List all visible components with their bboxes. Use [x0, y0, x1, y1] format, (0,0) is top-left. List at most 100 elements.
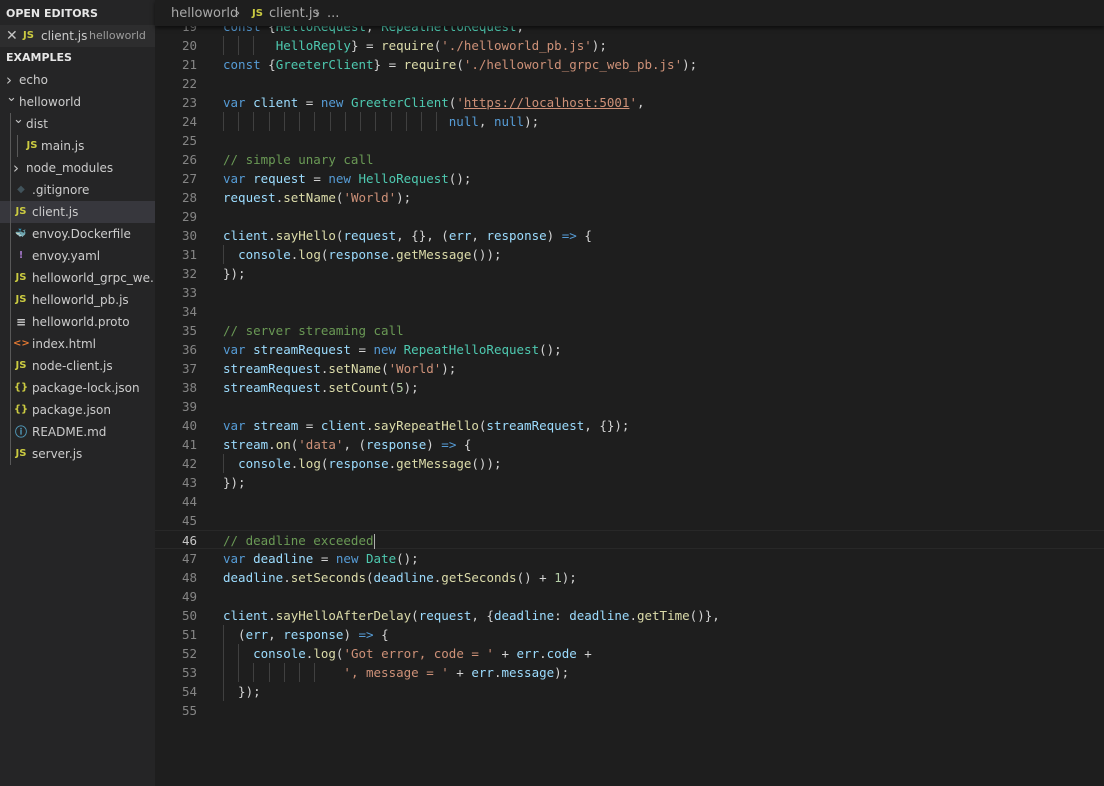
code-line-39[interactable]: 39 — [155, 397, 1104, 416]
text-cursor — [373, 534, 375, 549]
code-line-22[interactable]: 22 — [155, 74, 1104, 93]
code-line-45[interactable]: 45 — [155, 511, 1104, 530]
tree-file-helloworld-proto[interactable]: ≡ helloworld.proto — [0, 311, 155, 333]
tree-file-index-html[interactable]: <> index.html — [0, 333, 155, 355]
code-token: Date — [366, 551, 397, 566]
code-line-31[interactable]: 31 console.log(response.getMessage()); — [155, 245, 1104, 264]
code-line-35[interactable]: 35 // server streaming call — [155, 321, 1104, 340]
code-line-46[interactable]: 46 // deadline exceeded — [155, 530, 1104, 549]
code-editor[interactable]: 19 const {HelloRequest, RepeatHelloReques… — [155, 0, 1104, 786]
code-line-52[interactable]: 52 console.log('Got error, code = ' + er… — [155, 644, 1104, 663]
breadcrumb-folder[interactable]: helloworld — [171, 0, 238, 28]
tree-file-package-lock-json[interactable]: {} package-lock.json — [0, 377, 155, 399]
tree-folder-dist[interactable]: ⌄ dist — [0, 113, 155, 135]
code-token: { — [373, 627, 389, 642]
tree-folder-helloworld[interactable]: ⌄ helloworld — [0, 91, 155, 113]
line-number: 48 — [181, 570, 197, 585]
code-token: ); — [561, 570, 577, 585]
code-token: + — [576, 646, 592, 661]
code-line-51[interactable]: 51 (err, response) => { — [155, 625, 1104, 644]
open-editors-header[interactable]: OPEN EDITORS — [0, 3, 98, 25]
code-area[interactable]: 19 const {HelloRequest, RepeatHelloReques… — [155, 0, 1104, 786]
tree-file--gitignore[interactable]: ◆ .gitignore — [0, 179, 155, 201]
code-text: (err, response) => { — [223, 625, 389, 644]
line-number: 21 — [181, 57, 197, 72]
code-line-28[interactable]: 28 request.setName('World'); — [155, 188, 1104, 207]
tree-folder-echo[interactable]: › echo — [0, 69, 155, 91]
code-line-53[interactable]: 53 ', message = ' + err.message); — [155, 663, 1104, 682]
code-line-37[interactable]: 37 streamRequest.setName('World'); — [155, 359, 1104, 378]
code-token: setSeconds — [290, 570, 367, 585]
code-line-43[interactable]: 43}); — [155, 473, 1104, 492]
code-text: ', message = ' + err.message); — [223, 663, 569, 682]
breadcrumb-file[interactable]: client.js — [269, 0, 319, 28]
code-token: , {}); — [584, 418, 630, 433]
code-token: deadline — [253, 551, 314, 566]
code-line-20[interactable]: 20 HelloReply} = require('./helloworld_p… — [155, 36, 1104, 55]
tree-file-main-js[interactable]: JS main.js — [0, 135, 155, 157]
tree-file-node-client-js[interactable]: JS node-client.js — [0, 355, 155, 377]
code-line-41[interactable]: 41 stream.on('data', (response) => { — [155, 435, 1104, 454]
open-editor-item-client-js[interactable]: ✕ JS client.js helloworld — [0, 25, 155, 47]
line-number: 53 — [181, 665, 197, 680]
tree-file-envoy-yaml[interactable]: ! envoy.yaml — [0, 245, 155, 267]
code-line-32[interactable]: 32}); — [155, 264, 1104, 283]
code-line-29[interactable]: 29 — [155, 207, 1104, 226]
code-token: client — [253, 95, 299, 110]
code-line-27[interactable]: 27 var request = new HelloRequest(); — [155, 169, 1104, 188]
code-line-42[interactable]: 42 console.log(response.getMessage()); — [155, 454, 1104, 473]
tree-item-label: helloworld — [19, 95, 82, 109]
line-number: 25 — [181, 133, 197, 148]
workspace-header[interactable]: EXAMPLES — [0, 47, 72, 69]
tree-file-package-json[interactable]: {} package.json — [0, 399, 155, 421]
code-token: streamRequest — [486, 418, 585, 433]
tree-file-client-js[interactable]: JS client.js — [0, 201, 155, 223]
tree-item-label: envoy.Dockerfile — [32, 227, 131, 241]
code-token: getMessage — [396, 247, 472, 262]
code-token: , — [268, 627, 284, 642]
code-line-36[interactable]: 36 var streamRequest = new RepeatHelloReq… — [155, 340, 1104, 359]
code-line-49[interactable]: 49 — [155, 587, 1104, 606]
code-line-40[interactable]: 40 var stream = client.sayRepeatHello(str… — [155, 416, 1104, 435]
close-icon[interactable]: ✕ — [6, 25, 18, 47]
code-token: , ( — [343, 437, 367, 452]
tree-file-server-js[interactable]: JS server.js — [0, 443, 155, 465]
tree-folder-node-modules[interactable]: › node_modules — [0, 157, 155, 179]
code-line-54[interactable]: 54 }); — [155, 682, 1104, 701]
code-token: ()); — [471, 247, 502, 262]
line-number: 32 — [181, 266, 197, 281]
code-line-25[interactable]: 25 — [155, 131, 1104, 150]
tree-item-label: node-client.js — [32, 359, 113, 373]
code-token: const — [223, 57, 269, 72]
code-line-34[interactable]: 34 — [155, 302, 1104, 321]
code-line-38[interactable]: 38 streamRequest.setCount(5); — [155, 378, 1104, 397]
code-line-50[interactable]: 50 client.sayHelloAfterDelay(request, {de… — [155, 606, 1104, 625]
code-line-26[interactable]: 26 // simple unary call — [155, 150, 1104, 169]
code-line-23[interactable]: 23 var client = new GreeterClient('https:… — [155, 93, 1104, 112]
code-text: var deadline = new Date(); — [223, 549, 419, 568]
tree-item-label: helloworld_pb.js — [32, 293, 129, 307]
code-token: . — [629, 608, 637, 623]
line-number: 35 — [181, 323, 197, 338]
code-line-44[interactable]: 44 — [155, 492, 1104, 511]
tree-file-readme-md[interactable]: ⓘ README.md — [0, 421, 155, 443]
code-token: deadline — [373, 570, 434, 585]
code-token: deadline — [493, 608, 555, 623]
line-number: 34 — [181, 304, 197, 319]
tree-item-label: server.js — [32, 447, 83, 461]
code-line-47[interactable]: 47 var deadline = new Date(); — [155, 549, 1104, 568]
line-number: 41 — [181, 437, 197, 452]
code-token: getTime — [636, 608, 690, 623]
code-token: ( — [381, 361, 389, 376]
code-token: . — [388, 247, 397, 262]
breadcrumb-symbol[interactable]: ... — [327, 0, 339, 28]
code-line-48[interactable]: 48 deadline.setSeconds(deadline.getSecond… — [155, 568, 1104, 587]
code-line-24[interactable]: 24 null, null); — [155, 112, 1104, 131]
tree-file-envoy-dockerfile[interactable]: 🐳 envoy.Dockerfile — [0, 223, 155, 245]
code-line-33[interactable]: 33 — [155, 283, 1104, 302]
code-line-55[interactable]: 55 — [155, 701, 1104, 720]
code-line-30[interactable]: 30 client.sayHello(request, {}, (err, res… — [155, 226, 1104, 245]
tree-file-helloworld-pb-js[interactable]: JS helloworld_pb.js — [0, 289, 155, 311]
code-line-21[interactable]: 21 const {GreeterClient} = require('./hel… — [155, 55, 1104, 74]
tree-file-helloworld-grpc-we-[interactable]: JS helloworld_grpc_we... — [0, 267, 155, 289]
